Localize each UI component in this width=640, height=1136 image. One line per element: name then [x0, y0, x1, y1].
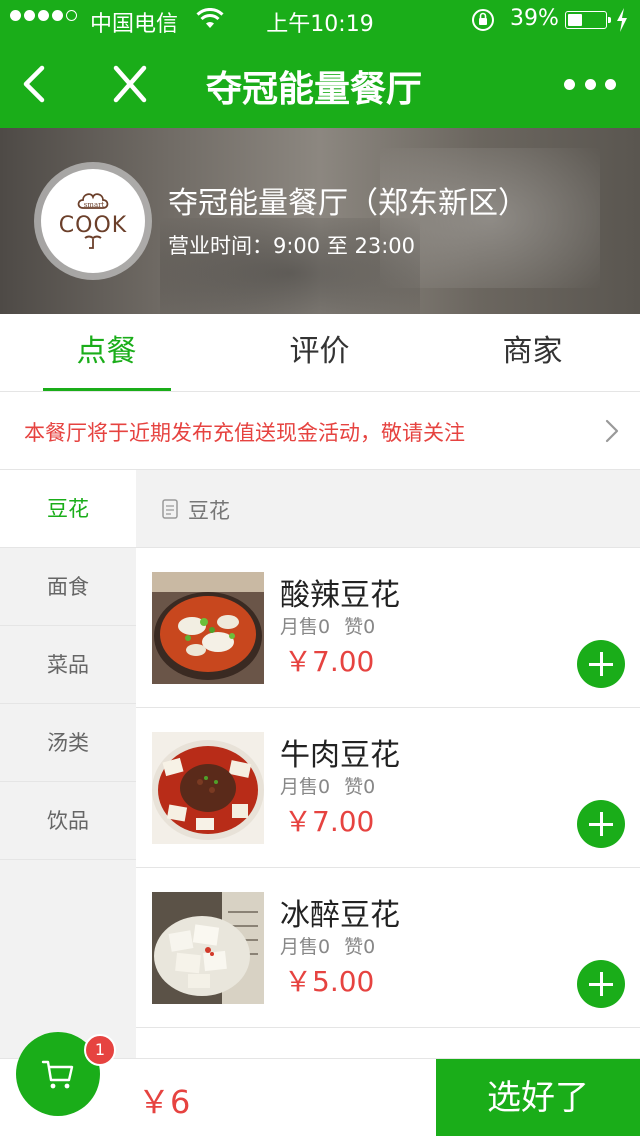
rotation-lock-icon — [472, 9, 494, 31]
dish-price: ￥5.00 — [284, 965, 375, 998]
dish-likes: 赞0 — [344, 776, 376, 798]
dish-image — [152, 572, 264, 684]
battery-fill — [568, 14, 582, 26]
shop-header: smart COOK 夺冠能量餐厅（郑东新区） 营业时间：9:00 至 23:0… — [0, 128, 640, 314]
dish-price: ￥7.00 — [284, 805, 375, 838]
tab-bar: 点餐 评价 商家 — [0, 314, 640, 392]
shop-name: 夺冠能量餐厅（郑东新区） — [168, 186, 528, 221]
active-tab-indicator — [43, 388, 171, 391]
dish-stats: 月售0 赞0 — [280, 932, 375, 959]
dish-likes: 赞0 — [344, 936, 376, 958]
plus-icon[interactable] — [577, 800, 625, 848]
battery-icon — [565, 11, 611, 29]
battery-percentage: 39% — [510, 6, 559, 31]
notice-text: 本餐厅将于近期发布充值送现金活动，敬请关注 — [24, 421, 465, 445]
tab-reviews[interactable]: 评价 — [213, 314, 426, 392]
more-dot — [605, 78, 616, 90]
dish-price: ￥7.00 — [284, 645, 375, 678]
dish-item[interactable]: 酸辣豆花 月售0 赞0 ￥7.00 — [136, 548, 640, 708]
more-dots-icon[interactable] — [560, 62, 620, 106]
promo-notice[interactable]: 本餐厅将于近期发布充值送现金活动，敬请关注 — [0, 392, 640, 470]
dish-photo — [152, 572, 264, 684]
tab-merchant[interactable]: 商家 — [426, 314, 639, 392]
plus-icon[interactable] — [577, 640, 625, 688]
dish-image — [152, 892, 264, 1004]
cart-total: ￥6 — [138, 1083, 191, 1121]
dish-image — [152, 732, 264, 844]
checkout-button[interactable]: 选好了 — [436, 1059, 640, 1136]
dish-sales: 月售0 — [280, 616, 331, 638]
dish-likes: 赞0 — [344, 616, 376, 638]
shop-logo: smart COOK — [41, 169, 145, 273]
sidebar-item-drinks[interactable]: 饮品 — [0, 782, 136, 860]
cart-count-badge: 1 — [84, 1034, 116, 1066]
dish-photo — [152, 892, 264, 1004]
menu-list-icon — [162, 499, 178, 519]
dish-item[interactable]: 冰醉豆花 月售0 赞0 ￥5.00 — [136, 868, 640, 1028]
plus-icon[interactable] — [577, 960, 625, 1008]
category-title: 豆花 — [188, 499, 230, 523]
dish-name: 酸辣豆花 — [280, 578, 400, 613]
business-hours: 营业时间：9:00 至 23:00 — [168, 234, 416, 258]
logo-small-text: smart — [84, 201, 105, 209]
status-bar: 中国电信 上午10:19 39% — [0, 0, 640, 40]
dish-sales: 月售0 — [280, 776, 331, 798]
close-icon[interactable] — [108, 64, 152, 104]
dish-item[interactable]: 牛肉豆花 月售0 赞0 ￥7.00 — [136, 708, 640, 868]
more-dot — [564, 78, 575, 90]
dish-sales: 月售0 — [280, 936, 331, 958]
dish-stats: 月售0 赞0 — [280, 612, 375, 639]
sidebar-item-doufu[interactable]: 豆花 — [0, 470, 136, 548]
more-dot — [584, 78, 596, 90]
category-sidebar: 豆花 面食 菜品 汤类 饮品 — [0, 470, 136, 1060]
page-title: 夺冠能量餐厅 — [206, 69, 423, 110]
dish-name: 冰醉豆花 — [280, 898, 400, 933]
dish-name: 牛肉豆花 — [280, 738, 400, 773]
charging-icon — [617, 8, 627, 32]
tab-order[interactable]: 点餐 — [0, 314, 213, 392]
sidebar-item-dishes[interactable]: 菜品 — [0, 626, 136, 704]
chevron-right-icon — [605, 419, 619, 443]
logo-text: COOK — [59, 213, 127, 238]
back-icon[interactable] — [16, 62, 56, 106]
menu-list: 豆花 酸辣豆花 月售0 赞0 ￥7.00 牛肉豆花 月售0 赞0 ￥7.00 冰… — [136, 470, 640, 1060]
category-header: 豆花 — [136, 470, 640, 548]
nav-bar: 夺冠能量餐厅 — [0, 40, 640, 128]
dish-photo — [152, 732, 264, 844]
battery-nub — [608, 17, 611, 23]
cart-icon — [41, 1060, 74, 1089]
sidebar-item-noodles[interactable]: 面食 — [0, 548, 136, 626]
dish-stats: 月售0 赞0 — [280, 772, 375, 799]
cook-logo-icon: smart COOK — [59, 193, 127, 249]
sidebar-item-soups[interactable]: 汤类 — [0, 704, 136, 782]
